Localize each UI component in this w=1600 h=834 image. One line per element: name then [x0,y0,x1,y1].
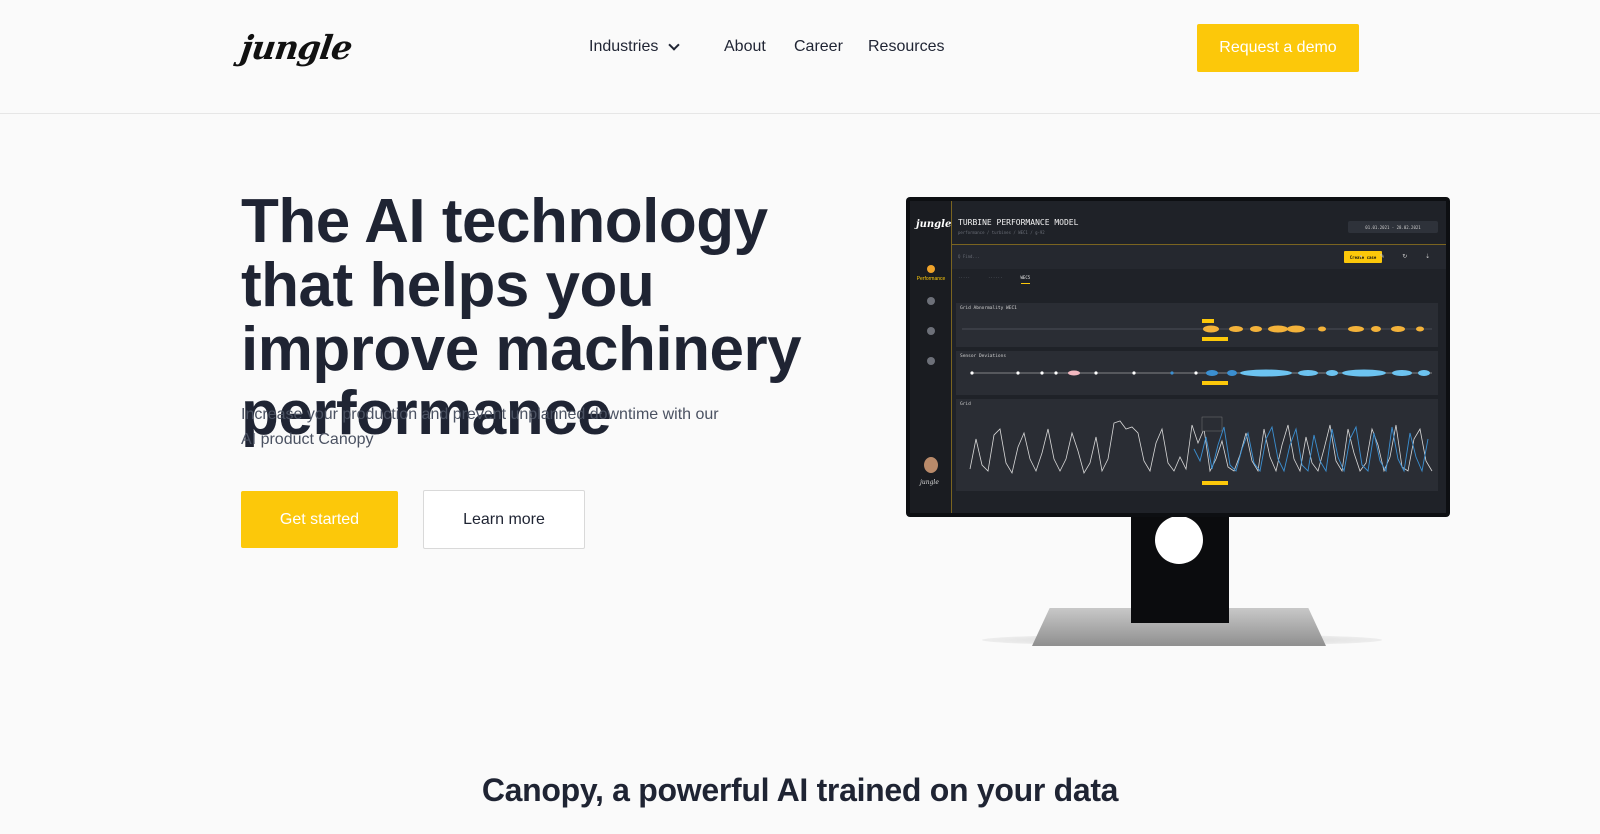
grid-abnormality-chart [962,319,1432,341]
nav-resources[interactable]: Resources [868,38,944,56]
sidebar-item-cases [916,327,946,338]
dashboard-topbar: TURBINE PERFORMANCE MODEL performance / … [952,201,1446,245]
sidebar-item-health [916,297,946,308]
toolbar-icons: ▪ ✎ ↻ ⇣ [1359,254,1438,260]
chevron-down-icon [668,38,681,51]
cases-icon [927,327,935,335]
dashboard-screen: jungle Performance jungle TURBINE PERFOR… [910,201,1446,513]
tab: ····· [958,275,971,280]
sidebar-item-label: Performance [916,276,946,282]
tab-active: WEC5 [1020,275,1031,284]
sidebar-item-settings [916,357,946,368]
section-title: Canopy, a powerful AI trained on your da… [481,772,1119,808]
sidebar-logo: jungle [916,219,952,230]
grid-line-chart [969,416,1433,485]
breadcrumb: performance / turbines / WEC1 / g-92 [958,230,1045,235]
request-demo-button[interactable]: Request a demo [1197,24,1359,72]
dashboard-search: Q Find... [958,254,980,259]
sensor-deviations-chart [970,369,1432,385]
heart-icon [927,297,935,305]
dashboard-toolbar: Q Find... Create case ▪ ✎ ↻ ⇣ [952,245,1446,269]
nav-career[interactable]: Career [794,38,843,56]
grid-abnormality-panel: Grid Abnormality WEC1 [956,303,1438,347]
dashboard-sidebar: jungle Performance jungle [910,201,952,513]
nav-about[interactable]: About [724,38,766,56]
monitor-stand-hole [1155,516,1203,564]
dashboard-title: TURBINE PERFORMANCE MODEL [958,218,1079,227]
get-started-button[interactable]: Get started [241,491,398,548]
tab: ······ [988,275,1003,280]
jungle-logo[interactable]: jungle [238,28,354,67]
sidebar-bottom-logo: jungle [920,479,939,486]
avatar [924,457,938,473]
nav-industries-label: Industries [589,38,659,55]
learn-more-button[interactable]: Learn more [423,490,585,549]
sensor-deviations-panel: Sensor Deviations [956,351,1438,395]
dashboard-tabs: ····· ······ WEC5 [958,275,1031,284]
sidebar-item-performance: Performance [916,265,946,282]
nav-industries[interactable]: Industries [589,38,681,56]
gear-icon [927,357,935,365]
performance-icon [927,265,935,273]
grid-panel: Grid [956,399,1438,491]
monitor-illustration: jungle Performance jungle TURBINE PERFOR… [906,197,1450,517]
site-header: jungle Industries About Career Resources… [0,0,1600,114]
hero-subtitle: Increase your production and prevent unp… [241,406,719,448]
date-range: 01.01.2021 - 28.02.2021 [1348,221,1438,233]
